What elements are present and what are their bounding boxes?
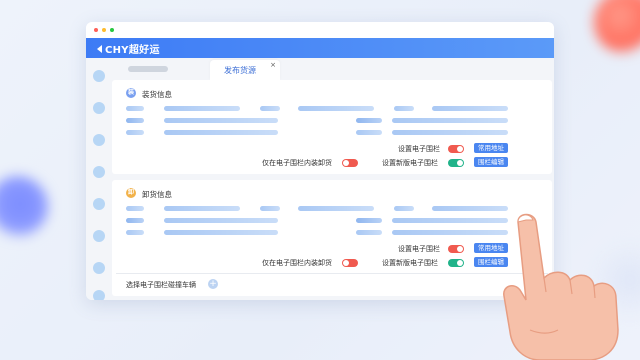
sidebar-item[interactable] xyxy=(93,70,105,82)
field-placeholder[interactable] xyxy=(126,230,144,235)
add-icon[interactable]: + xyxy=(208,279,218,289)
tab-strip: 发布货源 × xyxy=(112,58,554,80)
fence-toggle[interactable] xyxy=(448,145,464,153)
app-logo[interactable]: CHY超好运 xyxy=(92,41,160,56)
field-placeholder[interactable] xyxy=(356,118,382,123)
inside-fence-toggle[interactable] xyxy=(342,259,358,267)
fence-label: 设置电子围栏 xyxy=(398,145,440,153)
field-placeholder[interactable] xyxy=(260,206,280,211)
new-fence-label: 设置新版电子围栏 xyxy=(382,159,438,167)
fence-toggle[interactable] xyxy=(448,245,464,253)
common-address-button[interactable]: 常用地址 xyxy=(474,143,508,153)
field-placeholder[interactable] xyxy=(432,106,508,111)
field-placeholder[interactable] xyxy=(164,130,278,135)
loading-info-panel: 装 装货信息 设置电子围栏 常用地址 仅在电子围栏内装卸货 设置新版电子围栏 围… xyxy=(112,80,552,174)
sidebar xyxy=(86,58,112,300)
sidebar-item[interactable] xyxy=(93,198,105,210)
field-placeholder[interactable] xyxy=(356,230,382,235)
window-titlebar xyxy=(86,22,554,38)
field-placeholder[interactable] xyxy=(126,218,144,223)
inside-fence-label: 仅在电子围栏内装卸货 xyxy=(262,159,332,167)
tab-publish-cargo[interactable]: 发布货源 × xyxy=(210,60,280,80)
field-placeholder[interactable] xyxy=(298,106,374,111)
collision-vehicle-label: 选择电子围栏碰撞车辆 xyxy=(126,281,196,289)
new-fence-toggle[interactable] xyxy=(448,159,464,167)
divider xyxy=(116,273,548,274)
field-placeholder[interactable] xyxy=(164,230,278,235)
app-header: CHY超好运 xyxy=(86,38,554,58)
field-placeholder[interactable] xyxy=(164,118,278,123)
sidebar-item[interactable] xyxy=(93,166,105,178)
new-fence-label: 设置新版电子围栏 xyxy=(382,259,438,267)
logo-text: CHY超好运 xyxy=(105,44,160,56)
app-window: CHY超好运 发布货源 × 装 装货信息 设置电子围栏 常用地址 仅在电子围栏内… xyxy=(86,22,554,300)
inside-fence-label: 仅在电子围栏内装卸货 xyxy=(262,259,332,267)
close-window-dot[interactable] xyxy=(94,28,98,32)
sidebar-item[interactable] xyxy=(93,134,105,146)
field-placeholder[interactable] xyxy=(392,130,508,135)
fence-edit-button[interactable]: 围栏编辑 xyxy=(474,157,508,167)
logo-icon xyxy=(92,43,102,53)
field-placeholder[interactable] xyxy=(260,106,280,111)
decor-blob-red xyxy=(594,0,640,54)
loading-icon: 装 xyxy=(126,88,136,98)
minimize-window-dot[interactable] xyxy=(102,28,106,32)
field-placeholder[interactable] xyxy=(392,230,508,235)
close-icon[interactable]: × xyxy=(270,61,276,69)
field-placeholder[interactable] xyxy=(392,118,508,123)
field-placeholder[interactable] xyxy=(298,206,374,211)
field-placeholder[interactable] xyxy=(394,206,414,211)
sidebar-item[interactable] xyxy=(93,102,105,114)
loading-section-title: 装货信息 xyxy=(142,90,172,99)
sidebar-item[interactable] xyxy=(93,230,105,242)
sidebar-item[interactable] xyxy=(93,262,105,274)
field-placeholder[interactable] xyxy=(126,206,144,211)
inside-fence-toggle[interactable] xyxy=(342,159,358,167)
field-placeholder[interactable] xyxy=(432,206,508,211)
tab-label: 发布货源 xyxy=(224,66,256,75)
fence-label: 设置电子围栏 xyxy=(398,245,440,253)
field-placeholder[interactable] xyxy=(356,218,382,223)
pointing-hand-illustration xyxy=(503,213,619,360)
unloading-section-title: 卸货信息 xyxy=(142,190,172,199)
field-placeholder[interactable] xyxy=(126,130,144,135)
maximize-window-dot[interactable] xyxy=(110,28,114,32)
field-placeholder[interactable] xyxy=(126,118,144,123)
unloading-icon: 卸 xyxy=(126,188,136,198)
sidebar-item[interactable] xyxy=(93,290,105,300)
field-placeholder[interactable] xyxy=(164,106,240,111)
field-placeholder[interactable] xyxy=(392,218,508,223)
new-fence-toggle[interactable] xyxy=(448,259,464,267)
tab-placeholder[interactable] xyxy=(128,66,168,72)
field-placeholder[interactable] xyxy=(356,130,382,135)
unloading-info-panel: 卸 卸货信息 设置电子围栏 常用地址 仅在电子围栏内装卸货 设置新版电子围栏 围… xyxy=(112,180,552,296)
field-placeholder[interactable] xyxy=(164,218,278,223)
field-placeholder[interactable] xyxy=(126,106,144,111)
field-placeholder[interactable] xyxy=(394,106,414,111)
decor-blob-blue xyxy=(0,176,48,238)
field-placeholder[interactable] xyxy=(164,206,240,211)
